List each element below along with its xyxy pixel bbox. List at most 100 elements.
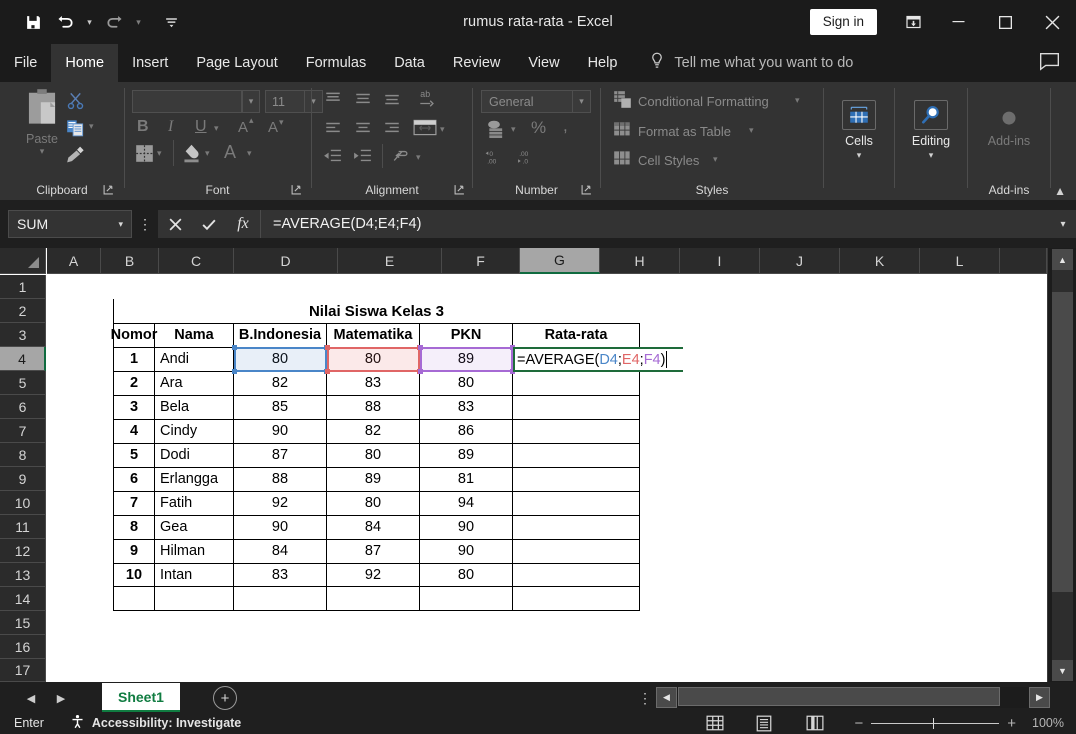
cell-c4[interactable]: Andi [155,347,233,371]
column-header-m[interactable] [1000,248,1047,274]
header-bindonesia[interactable]: B.Indonesia [234,323,326,347]
tab-review[interactable]: Review [439,44,515,82]
cell-d5[interactable]: 82 [234,371,326,395]
row-header-14[interactable]: 14 [0,587,46,611]
shrink-font-button[interactable]: A [268,119,278,136]
collapse-ribbon-icon[interactable]: ▲ [1054,184,1066,198]
next-sheet-icon[interactable]: ▶ [48,687,74,709]
formula-bar-options-icon[interactable]: ⋮ [132,216,158,233]
fx-icon[interactable]: fx [226,210,260,238]
row-header-2[interactable]: 2 [0,299,46,323]
cell-g12[interactable] [513,539,639,563]
format-as-table-label[interactable]: Format as Table [638,124,731,139]
accessibility-status[interactable]: Accessibility: Investigate [70,714,241,732]
row-header-9[interactable]: 9 [0,467,46,491]
zoom-level[interactable]: 100% [1024,716,1064,730]
header-nomor[interactable]: Nomor [111,323,158,347]
cell-f5[interactable]: 80 [420,371,512,395]
align-left-icon[interactable] [324,120,342,141]
column-header-h[interactable]: H [600,248,680,274]
column-header-a[interactable]: A [47,248,101,274]
cell-b4[interactable]: 1 [114,347,154,371]
cell-e6[interactable]: 88 [327,395,419,419]
column-header-e[interactable]: E [338,248,442,274]
cell-b8[interactable]: 5 [114,443,154,467]
scroll-up-icon[interactable]: ▲ [1052,249,1073,270]
column-header-l[interactable]: L [920,248,1000,274]
normal-view-icon[interactable] [703,714,727,732]
format-as-table-dropdown-icon[interactable]: ▾ [749,125,754,136]
conditional-formatting-dropdown-icon[interactable]: ▾ [795,95,800,106]
close-icon[interactable] [1029,0,1076,44]
cell-e13[interactable]: 92 [327,563,419,587]
cell-g7[interactable] [513,419,639,443]
bold-button[interactable]: B [137,118,149,136]
cells-dropdown-icon[interactable]: ▾ [857,150,862,161]
vertical-scrollbar[interactable]: ▲ ▼ [1047,248,1076,682]
minimize-icon[interactable] [935,0,982,44]
cell-g9[interactable] [513,467,639,491]
cell-e8[interactable]: 80 [327,443,419,467]
underline-button[interactable]: U [195,118,207,136]
cell-c13[interactable]: Intan [155,563,233,587]
cell-e12[interactable]: 87 [327,539,419,563]
font-color-button[interactable]: A [224,142,236,163]
cell-b6[interactable]: 3 [114,395,154,419]
header-rata-rata[interactable]: Rata-rata [513,323,639,347]
sheet-canvas[interactable]: Nilai Siswa Kelas 3 Nomor Nama B.Indones… [47,275,1047,682]
cell-e5[interactable]: 83 [327,371,419,395]
fill-color-icon[interactable] [182,143,201,168]
row-header-11[interactable]: 11 [0,515,46,539]
wrap-text-dropdown-icon[interactable]: ▾ [416,152,421,163]
sheet-tab-sheet1[interactable]: Sheet1 [102,683,180,712]
cell-d10[interactable]: 92 [234,491,326,515]
cell-styles-dropdown-icon[interactable]: ▾ [713,154,718,165]
tab-home[interactable]: Home [51,44,119,82]
accounting-format-icon[interactable] [487,119,508,145]
cell-e10[interactable]: 80 [327,491,419,515]
cell-d12[interactable]: 84 [234,539,326,563]
row-header-17[interactable]: 17 [0,659,46,682]
formula-input[interactable]: =AVERAGE(D4;E4;F4) [260,210,1050,238]
increase-decimal-icon[interactable]: 0.00 [485,148,507,171]
wrap-text-icon[interactable] [392,148,412,169]
row-header-1[interactable]: 1 [0,275,46,299]
redo-icon[interactable] [99,7,129,37]
cell-g13[interactable] [513,563,639,587]
cell-b9[interactable]: 6 [114,467,154,491]
zoom-slider[interactable] [871,716,1000,730]
number-dialog-launcher[interactable] [581,184,593,196]
conditional-formatting-label[interactable]: Conditional Formatting [638,94,769,109]
cell-d9[interactable]: 88 [234,467,326,491]
align-middle-icon[interactable] [354,91,372,112]
row-header-15[interactable]: 15 [0,611,46,635]
page-break-view-icon[interactable] [803,714,827,732]
page-layout-view-icon[interactable] [752,714,776,732]
cell-d11[interactable]: 90 [234,515,326,539]
select-all-corner[interactable] [0,248,46,274]
row-header-5[interactable]: 5 [0,371,46,395]
increase-indent-icon[interactable] [353,148,372,169]
horizontal-scroll-thumb[interactable] [678,687,1000,706]
cell-g5[interactable] [513,371,639,395]
cell-e7[interactable]: 82 [327,419,419,443]
cell-c12[interactable]: Hilman [155,539,233,563]
expand-formula-bar-icon[interactable]: ▾ [1050,210,1076,238]
sheet-title[interactable]: Nilai Siswa Kelas 3 [114,299,639,323]
row-header-7[interactable]: 7 [0,419,46,443]
row-header-8[interactable]: 8 [0,443,46,467]
tell-me-search[interactable]: Tell me what you want to do [631,44,853,82]
borders-dropdown-icon[interactable]: ▾ [157,148,162,159]
alignment-dialog-launcher[interactable] [454,184,466,196]
row-header-10[interactable]: 10 [0,491,46,515]
column-header-d[interactable]: D [234,248,338,274]
cell-c9[interactable]: Erlangga [155,467,233,491]
paste-dropdown-icon[interactable]: ▾ [40,146,45,157]
scroll-down-icon[interactable]: ▼ [1052,660,1073,681]
vertical-scroll-thumb[interactable] [1052,292,1073,592]
font-dialog-launcher[interactable] [291,184,303,196]
scroll-right-icon[interactable]: ▶ [1029,687,1050,708]
cell-c7[interactable]: Cindy [155,419,233,443]
orientation-icon[interactable]: ab [417,88,439,113]
cell-c6[interactable]: Bela [155,395,233,419]
